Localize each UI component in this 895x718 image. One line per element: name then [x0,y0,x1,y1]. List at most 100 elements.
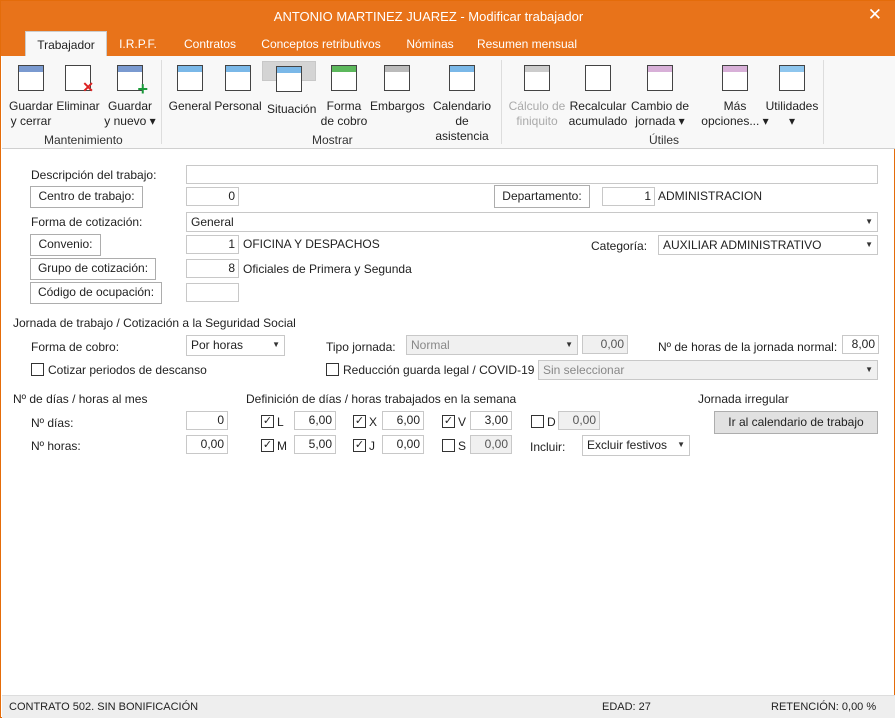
ribbon-label: General [168,99,212,113]
utilidades-button[interactable]: Utilidades ▾ [762,61,822,129]
recalcular-icon [582,63,614,95]
ribbon-label: Eliminar [56,99,100,113]
ribbon-separator [823,60,824,144]
day-hours-input[interactable]: 6,00 [294,411,336,430]
chevron-down-icon: ▼ [865,365,873,374]
forma-cobro-button[interactable]: Forma de cobro [318,61,370,129]
window: ANTONIO MARTINEZ JUAREZ - Modificar trab… [0,0,895,718]
forma-cotizacion-value: General [191,215,234,229]
day-checkbox[interactable] [442,439,455,452]
ribbon-label: y cerrar [10,114,52,128]
horas-input[interactable]: 0,00 [186,435,228,454]
ribbon-separator [501,60,502,144]
ribbon-label: Forma [326,99,362,113]
calendario-button[interactable]: Calendario de asistencia [428,61,496,143]
forma-cotizacion-select[interactable]: General ▼ [186,212,878,232]
day-label: V [458,415,467,429]
save-new-button[interactable]: + Guardar y nuevo ▾ [104,61,156,129]
day-hours-input[interactable]: 6,00 [382,411,424,430]
general-button[interactable]: General [167,61,213,129]
utilidades-icon [776,63,808,95]
ribbon-label: finiquito [516,114,558,128]
tipo-jornada-select[interactable]: Normal ▼ [406,335,578,355]
reduccion-value: Sin seleccionar [543,363,625,377]
save-close-icon [15,63,47,95]
reduccion-select[interactable]: Sin seleccionar ▼ [538,360,878,380]
convenio-button[interactable]: Convenio: [30,234,101,256]
day-checkbox[interactable]: ✓ [261,415,274,428]
cambio-jornada-button[interactable]: Cambio de jornada ▾ [629,61,691,129]
day-checkbox[interactable]: ✓ [353,439,366,452]
ribbon-label: de cobro [320,114,368,128]
centro-trabajo-button[interactable]: Centro de trabajo: [30,186,143,208]
descripcion-input[interactable] [186,165,878,184]
day-checkbox[interactable]: ✓ [442,415,455,428]
day-hours-input[interactable]: 5,00 [294,435,336,454]
status-retencion: RETENCIÓN: 0,00 % [771,701,877,713]
status-bar: CONTRATO 502. SIN BONIFICACIÓN EDAD: 27 … [2,695,895,718]
forma-cobro-select[interactable]: Por horas ▼ [186,335,285,356]
embargos-icon [381,63,413,95]
ribbon-label: Cambio de [630,99,690,113]
ribbon-label: acumulado [568,114,628,128]
day-label: L [277,415,284,429]
calculo-finiquito-icon [521,63,553,95]
personal-button[interactable]: Personal [214,61,262,129]
grupo-input[interactable]: 8 [186,259,239,278]
ribbon-label: Guardar [9,99,54,113]
dias-label: Nº días: [31,416,74,430]
incluir-value: Excluir festivos [587,438,668,452]
delete-button[interactable]: ✕ Eliminar [55,61,101,129]
semana-heading: Definición de días / horas trabajados en… [246,392,517,406]
day-checkbox[interactable]: ✓ [353,415,366,428]
ribbon-group-label: Útiles [649,133,680,147]
ocupacion-input[interactable] [186,283,239,302]
day-hours-input[interactable]: 0,00 [382,435,424,454]
tab-nominas[interactable]: Nóminas [399,31,461,56]
ribbon-group-label: Mantenimiento [44,133,123,147]
grupo-cotizacion-button[interactable]: Grupo de cotización: [30,258,156,280]
day-checkbox[interactable]: ✓ [261,439,274,452]
ribbon-label: de asistencia [435,114,489,143]
centro-input[interactable]: 0 [186,187,239,206]
tab-resumen[interactable]: Resumen mensual [471,31,583,56]
recalcular-button[interactable]: Recalcular acumulado [568,61,628,129]
situacion-button[interactable]: Situación [262,61,316,116]
ribbon-label: Situación [267,102,317,116]
day-checkbox[interactable] [531,415,544,428]
embargos-button[interactable]: Embargos [370,61,425,129]
ribbon-label: Cálculo de [508,99,566,113]
day-label: D [547,415,556,429]
convenio-name: OFICINA Y DESPACHOS [243,237,380,251]
departamento-button[interactable]: Departamento: [494,185,590,208]
calculo-finiquito-button[interactable]: Cálculo de finiquito [507,61,567,129]
ribbon-label: jornada ▾ [635,114,685,128]
general-icon [174,63,206,95]
forma-cotizacion-label: Forma de cotización: [31,215,143,229]
delete-icon: ✕ [62,63,94,95]
tab-irpf[interactable]: I.R.P.F. [113,31,163,56]
mas-opciones-icon [719,63,751,95]
chevron-down-icon: ▼ [865,217,873,226]
day-hours-input[interactable]: 3,00 [470,411,512,430]
codigo-ocupacion-button[interactable]: Código de ocupación: [30,282,162,304]
departamento-input[interactable]: 1 [602,187,655,206]
convenio-input[interactable]: 1 [186,235,239,254]
tab-contratos[interactable]: Contratos [175,31,245,56]
window-title: ANTONIO MARTINEZ JUAREZ - Modificar trab… [273,9,584,24]
categoria-select[interactable]: AUXILIAR ADMINISTRATIVO ▼ [658,235,878,255]
tab-conceptos[interactable]: Conceptos retributivos [253,31,389,56]
dias-input[interactable]: 0 [186,411,228,430]
forma-cobro-label: Forma de cobro: [31,340,120,354]
forma-cobro-icon [328,63,360,95]
jornada-heading: Jornada de trabajo / Cotización a la Seg… [13,316,296,330]
tab-trabajador[interactable]: Trabajador [25,31,107,56]
calendario-trabajo-button[interactable]: Ir al calendario de trabajo [714,411,878,434]
cotizar-descanso-checkbox[interactable] [31,363,44,376]
ribbon: Guardar y cerrar ✕ Eliminar + Guardar y nuevo … [2,56,895,149]
close-icon[interactable]: ✕ [868,5,882,25]
reduccion-checkbox[interactable] [326,363,339,376]
save-close-button[interactable]: Guardar y cerrar [9,61,53,129]
incluir-select[interactable]: Excluir festivos ▼ [582,435,690,456]
horas-normal-input[interactable]: 8,00 [842,335,879,354]
